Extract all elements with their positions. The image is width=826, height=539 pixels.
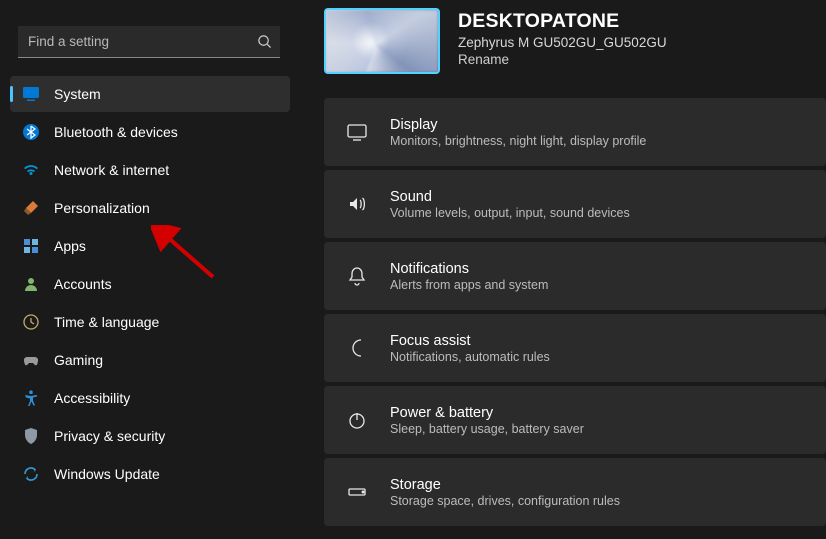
card-title: Sound: [390, 189, 630, 205]
card-subtitle: Sleep, battery usage, battery saver: [390, 422, 584, 436]
card-title: Notifications: [390, 261, 548, 277]
sidebar-item-gaming[interactable]: Gaming: [10, 342, 290, 378]
card-text: StorageStorage space, drives, configurat…: [390, 477, 620, 508]
person-icon: [22, 275, 40, 293]
card-text: NotificationsAlerts from apps and system: [390, 261, 548, 292]
sidebar-item-label: Bluetooth & devices: [54, 124, 178, 140]
search-input[interactable]: [18, 26, 280, 58]
device-info: DESKTOPATONE Zephyrus M GU502GU_GU502GU …: [458, 8, 667, 67]
main-panel: DESKTOPATONE Zephyrus M GU502GU_GU502GU …: [324, 0, 826, 539]
card-title: Power & battery: [390, 405, 584, 421]
card-text: DisplayMonitors, brightness, night light…: [390, 117, 646, 148]
moon-icon: [346, 337, 368, 359]
rename-link[interactable]: Rename: [458, 52, 667, 67]
sidebar-item-label: Time & language: [54, 314, 159, 330]
paintbrush-icon: [22, 199, 40, 217]
power-icon: [346, 409, 368, 431]
sidebar-item-label: Apps: [54, 238, 86, 254]
card-sound[interactable]: SoundVolume levels, output, input, sound…: [324, 170, 826, 238]
sidebar-item-apps[interactable]: Apps: [10, 228, 290, 264]
sidebar-item-system[interactable]: System: [10, 76, 290, 112]
bluetooth-icon: [22, 123, 40, 141]
sidebar-item-label: Windows Update: [54, 466, 160, 482]
search-wrap: [18, 26, 282, 58]
sidebar: System Bluetooth & devices Network & inter…: [0, 0, 300, 539]
system-card-list: DisplayMonitors, brightness, night light…: [324, 98, 826, 526]
sidebar-item-privacy[interactable]: Privacy & security: [10, 418, 290, 454]
sidebar-item-label: Personalization: [54, 200, 150, 216]
shield-icon: [22, 427, 40, 445]
card-display[interactable]: DisplayMonitors, brightness, night light…: [324, 98, 826, 166]
sound-icon: [346, 193, 368, 215]
card-subtitle: Storage space, drives, configuration rul…: [390, 494, 620, 508]
device-name: DESKTOPATONE: [458, 10, 667, 33]
card-text: Power & batterySleep, battery usage, bat…: [390, 405, 584, 436]
sidebar-item-accessibility[interactable]: Accessibility: [10, 380, 290, 416]
card-subtitle: Volume levels, output, input, sound devi…: [390, 206, 630, 220]
display-icon: [346, 121, 368, 143]
sidebar-item-label: Accessibility: [54, 390, 130, 406]
sidebar-item-network[interactable]: Network & internet: [10, 152, 290, 188]
controller-icon: [22, 351, 40, 369]
card-title: Display: [390, 117, 646, 133]
sidebar-item-accounts[interactable]: Accounts: [10, 266, 290, 302]
sidebar-item-time[interactable]: Time & language: [10, 304, 290, 340]
device-model: Zephyrus M GU502GU_GU502GU: [458, 35, 667, 50]
card-power[interactable]: Power & batterySleep, battery usage, bat…: [324, 386, 826, 454]
sidebar-item-label: Gaming: [54, 352, 103, 368]
card-notifications[interactable]: NotificationsAlerts from apps and system: [324, 242, 826, 310]
wifi-icon: [22, 161, 40, 179]
search-icon: [257, 34, 272, 49]
device-profile: DESKTOPATONE Zephyrus M GU502GU_GU502GU …: [324, 8, 826, 74]
sidebar-item-label: Network & internet: [54, 162, 169, 178]
card-text: Focus assistNotifications, automatic rul…: [390, 333, 550, 364]
apps-icon: [22, 237, 40, 255]
system-icon: [22, 85, 40, 103]
accessibility-icon: [22, 389, 40, 407]
device-wallpaper-thumb: [324, 8, 440, 74]
card-title: Focus assist: [390, 333, 550, 349]
card-subtitle: Alerts from apps and system: [390, 278, 548, 292]
card-text: SoundVolume levels, output, input, sound…: [390, 189, 630, 220]
sidebar-item-personalization[interactable]: Personalization: [10, 190, 290, 226]
nav-list: System Bluetooth & devices Network & inter…: [0, 76, 300, 492]
sidebar-item-label: Privacy & security: [54, 428, 165, 444]
card-title: Storage: [390, 477, 620, 493]
card-focus[interactable]: Focus assistNotifications, automatic rul…: [324, 314, 826, 382]
sidebar-item-label: System: [54, 86, 101, 102]
update-icon: [22, 465, 40, 483]
clock-icon: [22, 313, 40, 331]
card-subtitle: Monitors, brightness, night light, displ…: [390, 134, 646, 148]
sidebar-item-label: Accounts: [54, 276, 112, 292]
sidebar-item-bluetooth[interactable]: Bluetooth & devices: [10, 114, 290, 150]
storage-icon: [346, 481, 368, 503]
bell-icon: [346, 265, 368, 287]
sidebar-item-update[interactable]: Windows Update: [10, 456, 290, 492]
card-subtitle: Notifications, automatic rules: [390, 350, 550, 364]
card-storage[interactable]: StorageStorage space, drives, configurat…: [324, 458, 826, 526]
